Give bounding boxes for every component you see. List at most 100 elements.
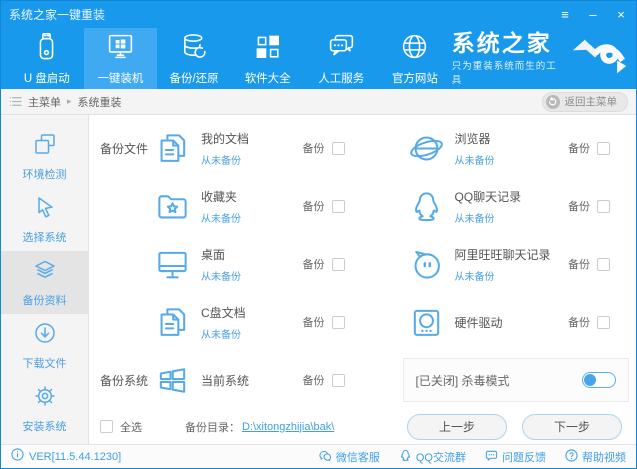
feedback-link[interactable]: 问题反馈 [485, 449, 546, 465]
windows-icon [155, 363, 201, 398]
row-title: 我的文档 [201, 131, 250, 146]
row-status-link[interactable]: 从未备份 [201, 326, 246, 341]
status-link-label: 帮助视频 [582, 451, 626, 464]
documents-icon [155, 131, 201, 166]
backup-grid: 备份文件 我的文档 从未备份 备份 收藏夹 从未备份 备份 桌面 从未备份 备份… [89, 115, 636, 409]
breadcrumb-separator: ▸ [67, 96, 72, 106]
backup-checkbox-label: 备份 [302, 143, 325, 155]
nav-tab-label: 备份/还原 [169, 72, 219, 85]
nav-tab-backup-restore[interactable]: 备份/还原 [157, 28, 231, 89]
toggle-knob [584, 374, 596, 386]
sidebar-item-label: 选择系统 [22, 231, 67, 244]
backup-checkbox[interactable] [331, 315, 345, 329]
select-all-label: 全选 [120, 421, 142, 434]
nav-tab-software[interactable]: 软件大全 [231, 28, 305, 89]
backup-row-browser: 浏览器 从未备份 备份 [363, 119, 637, 177]
top-nav: U 盘启动 一键装机 备份/还原 软件大全 人工服务 官方网站 系统之家 只为重… [1, 28, 636, 89]
next-step-button[interactable]: 下一步 [522, 413, 622, 440]
backup-data-layers-icon [33, 258, 57, 287]
version-info: VER[11.5.44.1230] [11, 447, 122, 466]
row-title: 阿里旺旺聊天记录 [454, 247, 551, 262]
nav-tab-service[interactable]: 人工服务 [305, 28, 379, 89]
install-system-gear-icon [33, 384, 57, 413]
backup-row-current-system: 备份系统 当前系统 备份 [89, 351, 363, 409]
environment-check-icon [33, 132, 57, 161]
row-title: 当前系统 [201, 373, 250, 388]
backup-checkbox[interactable] [597, 199, 610, 213]
backup-checkbox[interactable] [331, 257, 345, 271]
nav-tab-one-key-install[interactable]: 一键装机 [83, 28, 158, 89]
usb-drive-icon [32, 32, 61, 66]
section-label-backup-files: 备份文件 [100, 141, 149, 156]
select-system-cursor-icon [33, 195, 57, 224]
backup-row-favorites: 收藏夹 从未备份 备份 [89, 177, 363, 235]
backup-restore-icon [180, 32, 209, 66]
section-label-backup-system: 备份系统 [100, 373, 149, 388]
row-title: 收藏夹 [201, 189, 238, 204]
back-arrow-icon [545, 94, 560, 109]
help-video-link[interactable]: 帮助视频 [565, 448, 626, 465]
row-status-link[interactable]: 从未备份 [455, 268, 551, 283]
sidebar-item-download-file[interactable]: 下载文件 [1, 314, 88, 377]
hardware-driver-icon [409, 305, 455, 340]
sidebar-item-environment-check[interactable]: 环境检测 [1, 125, 88, 188]
customer-service-icon [327, 32, 356, 66]
antivirus-toggle[interactable] [582, 372, 616, 388]
body-area: 环境检测 选择系统 备份资料 下载文件 安装系统 备份文件 我的文档 从未备份 … [1, 115, 636, 444]
sidebar: 环境检测 选择系统 备份资料 下载文件 安装系统 [1, 115, 89, 444]
sidebar-item-backup-data[interactable]: 备份资料 [1, 251, 88, 314]
info-icon [11, 447, 24, 466]
backup-row-desktop: 桌面 从未备份 备份 [89, 235, 363, 293]
backup-checkbox[interactable] [597, 315, 610, 329]
row-status-link[interactable]: 从未备份 [455, 152, 495, 167]
sidebar-item-select-system[interactable]: 选择系统 [1, 188, 88, 251]
nav-tab-usb-boot[interactable]: U 盘启动 [10, 28, 84, 89]
nav-tab-label: U 盘启动 [23, 72, 70, 85]
backup-directory: 备份目录： D:\xitongzhijia\bak\ [185, 419, 334, 435]
software-collection-icon [253, 32, 282, 66]
nav-tab-label: 官方网站 [391, 72, 438, 85]
row-status-link[interactable]: 从未备份 [201, 210, 241, 225]
sidebar-item-label: 环境检测 [22, 168, 67, 181]
minimize-icon[interactable]: – [586, 8, 600, 21]
title-bar: 系统之家一键重装 ≡ – × [1, 1, 636, 28]
return-main-menu-button[interactable]: 返回主菜单 [541, 91, 628, 112]
nav-tab-website[interactable]: 官方网站 [378, 28, 452, 89]
backup-checkbox[interactable] [597, 257, 610, 271]
qq-group-link[interactable]: QQ交流群 [399, 449, 466, 465]
monitor-install-icon [106, 32, 135, 66]
sidebar-item-label: 安装系统 [22, 420, 67, 433]
sidebar-item-install-system[interactable]: 安装系统 [1, 377, 88, 440]
backup-row-aliwangwang-chat: 阿里旺旺聊天记录 从未备份 备份 [363, 235, 637, 293]
backup-checkbox[interactable] [597, 141, 610, 155]
close-icon[interactable]: × [614, 8, 628, 21]
help-question-icon [565, 448, 578, 465]
backup-directory-label: 备份目录： [185, 421, 240, 434]
version-text: VER[11.5.44.1230] [29, 450, 122, 463]
row-status-link[interactable]: 从未备份 [201, 152, 249, 167]
back-button-label: 返回主菜单 [564, 96, 618, 108]
nav-tab-label: 人工服务 [318, 72, 365, 85]
menu-icon[interactable]: ≡ [558, 8, 572, 21]
row-status-link[interactable]: 从未备份 [455, 210, 522, 225]
previous-step-button[interactable]: 上一步 [407, 413, 507, 440]
wechat-service-link[interactable]: 微信客服 [319, 449, 380, 465]
backup-checkbox[interactable] [331, 199, 345, 213]
window-title: 系统之家一键重装 [9, 8, 106, 22]
row-title: C盘文档 [201, 305, 246, 320]
backup-checkbox[interactable] [331, 373, 345, 387]
backup-row-hardware-driver: 硬件驱动 备份 [363, 293, 637, 351]
backup-checkbox[interactable] [331, 141, 345, 155]
select-all-checkbox[interactable] [100, 420, 113, 433]
breadcrumb-root[interactable]: 主菜单 [28, 94, 61, 110]
window-controls: ≡ – × [558, 8, 628, 21]
download-file-icon [33, 321, 57, 350]
list-icon [9, 95, 22, 108]
antivirus-mode-box: [已关闭] 杀毒模式 [402, 358, 629, 402]
backup-directory-link[interactable]: D:\xitongzhijia\bak\ [242, 421, 334, 433]
brand-logo: 系统之家 只为重装系统而生的工具 [452, 28, 628, 89]
feedback-bubble-icon [485, 449, 498, 465]
row-status-link[interactable]: 从未备份 [201, 268, 241, 283]
breadcrumb-bar: 主菜单 ▸ 系统重装 返回主菜单 [1, 89, 636, 115]
status-links: 微信客服 QQ交流群 问题反馈 帮助视频 [319, 448, 626, 465]
